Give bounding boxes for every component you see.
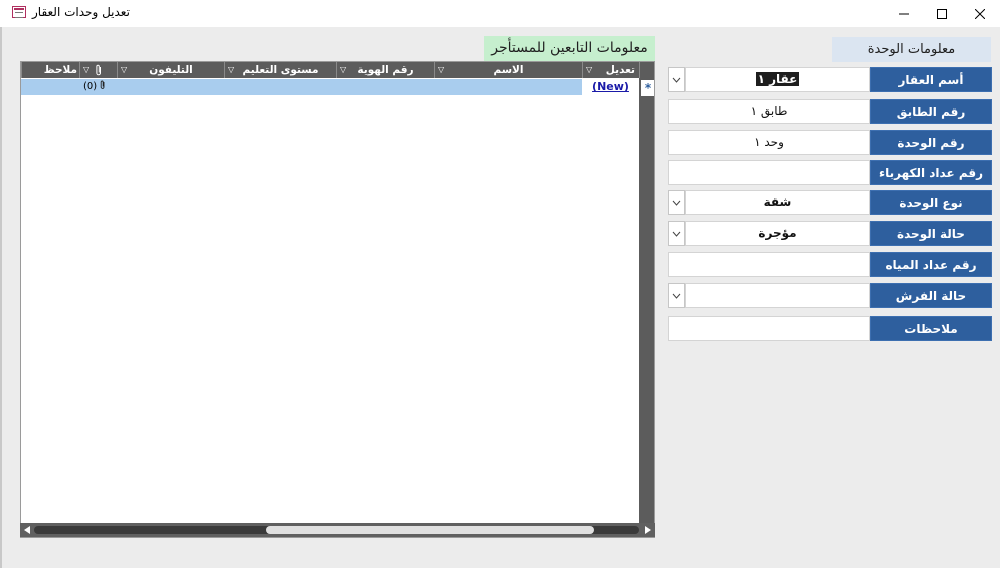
chevron-down-icon bbox=[672, 77, 681, 83]
unit-type-combo[interactable]: شقة bbox=[685, 190, 870, 215]
unit-type-dropdown[interactable] bbox=[668, 190, 685, 215]
scrollbar-thumb[interactable] bbox=[266, 526, 594, 534]
window-border bbox=[0, 27, 2, 568]
record-selector-column bbox=[639, 62, 654, 537]
field-notes: ملاحظات bbox=[668, 316, 992, 341]
field-electricity-meter: رقم عداد الكهرباء bbox=[668, 160, 992, 185]
column-header-attachments[interactable]: ▽ bbox=[79, 62, 117, 78]
column-header-education[interactable]: مستوى التعليم ▽ bbox=[224, 62, 336, 78]
column-header-name[interactable]: الاسم ▽ bbox=[434, 62, 582, 78]
property-name-value: عقار ١ bbox=[755, 72, 800, 86]
column-header-notes[interactable]: ملاحظ bbox=[21, 62, 79, 78]
caret-left-icon bbox=[24, 526, 30, 534]
sort-dropdown-icon: ▽ bbox=[438, 65, 445, 74]
column-header-row: تعديل ▽ الاسم ▽ رقم الهوية ▽ مستوى التعل… bbox=[21, 62, 654, 78]
dependents-header: معلومات التابعين للمستأجر bbox=[484, 36, 655, 61]
chevron-down-icon bbox=[672, 231, 681, 237]
column-header-phone-label: التليفون bbox=[149, 64, 193, 76]
furnishing-status-dropdown[interactable] bbox=[668, 283, 685, 308]
new-record-marker[interactable]: * bbox=[641, 80, 654, 96]
column-header-education-label: مستوى التعليم bbox=[242, 64, 319, 76]
electricity-meter-label: رقم عداد الكهرباء bbox=[870, 160, 992, 185]
window-title: تعديل وحدات العقار bbox=[32, 5, 130, 19]
furnishing-status-combo[interactable] bbox=[685, 283, 870, 308]
field-property-name: أسم العقار عقار ١ bbox=[668, 67, 992, 92]
title-bar: تعديل وحدات العقار bbox=[0, 0, 1000, 27]
column-header-id-number[interactable]: رقم الهوية ▽ bbox=[336, 62, 434, 78]
column-header-edit[interactable]: تعديل ▽ bbox=[582, 62, 639, 78]
property-name-label: أسم العقار bbox=[870, 67, 992, 92]
field-floor-number: رقم الطابق طابق ١ bbox=[668, 99, 992, 124]
notes-label: ملاحظات bbox=[870, 316, 992, 341]
unit-number-input[interactable]: وحد ١ bbox=[668, 130, 870, 155]
form-icon bbox=[12, 6, 26, 18]
scroll-left-button[interactable] bbox=[20, 523, 34, 537]
property-name-combo[interactable]: عقار ١ bbox=[685, 67, 870, 92]
unit-status-label: حالة الوحدة bbox=[870, 221, 992, 246]
new-record-row[interactable]: (New) (0) bbox=[21, 79, 639, 95]
horizontal-scrollbar[interactable] bbox=[20, 523, 655, 537]
minimize-icon bbox=[899, 13, 909, 14]
unit-info-header: معلومات الوحدة bbox=[832, 37, 991, 62]
water-meter-input[interactable] bbox=[668, 252, 870, 277]
sort-dropdown-icon: ▽ bbox=[83, 65, 90, 74]
dependents-datasheet[interactable]: تعديل ▽ الاسم ▽ رقم الهوية ▽ مستوى التعل… bbox=[20, 61, 655, 538]
sort-dropdown-icon: ▽ bbox=[340, 65, 347, 74]
scroll-right-button[interactable] bbox=[641, 523, 655, 537]
water-meter-label: رقم عداد المياه bbox=[870, 252, 992, 277]
sort-dropdown-icon: ▽ bbox=[121, 65, 128, 74]
electricity-meter-input[interactable] bbox=[668, 160, 870, 185]
notes-input[interactable] bbox=[668, 316, 870, 341]
field-unit-number: رقم الوحدة وحد ١ bbox=[668, 130, 992, 155]
chevron-down-icon bbox=[672, 293, 681, 299]
unit-number-label: رقم الوحدة bbox=[870, 130, 992, 155]
field-unit-type: نوع الوحدة شقة bbox=[668, 190, 992, 215]
floor-number-label: رقم الطابق bbox=[870, 99, 992, 124]
attachment-count-value: (0) bbox=[83, 81, 98, 92]
field-furnishing-status: حالة الفرش bbox=[668, 283, 992, 308]
field-unit-status: حالة الوحدة مؤجرة bbox=[668, 221, 992, 246]
column-header-id-number-label: رقم الهوية bbox=[357, 64, 414, 76]
sort-dropdown-icon: ▽ bbox=[228, 65, 235, 74]
unit-type-label: نوع الوحدة bbox=[870, 190, 992, 215]
attachment-count[interactable]: (0) bbox=[83, 79, 106, 95]
close-button[interactable] bbox=[957, 0, 1000, 27]
chevron-down-icon bbox=[672, 200, 681, 206]
field-water-meter: رقم عداد المياه bbox=[668, 252, 992, 277]
unit-status-combo[interactable]: مؤجرة bbox=[685, 221, 870, 246]
column-header-name-label: الاسم bbox=[493, 64, 524, 76]
sort-dropdown-icon: ▽ bbox=[586, 65, 593, 74]
maximize-icon bbox=[937, 8, 947, 19]
property-name-dropdown[interactable] bbox=[668, 67, 685, 92]
paperclip-icon bbox=[95, 64, 101, 76]
unit-status-dropdown[interactable] bbox=[668, 221, 685, 246]
select-all-corner[interactable] bbox=[639, 62, 654, 78]
close-icon bbox=[975, 8, 985, 19]
floor-number-input[interactable]: طابق ١ bbox=[668, 99, 870, 124]
caret-right-icon bbox=[645, 526, 651, 534]
column-header-phone[interactable]: التليفون ▽ bbox=[117, 62, 224, 78]
furnishing-status-label: حالة الفرش bbox=[870, 283, 992, 308]
new-record-link[interactable]: (New) bbox=[582, 79, 639, 95]
paperclip-icon bbox=[101, 80, 105, 89]
column-header-edit-label: تعديل bbox=[605, 64, 635, 76]
